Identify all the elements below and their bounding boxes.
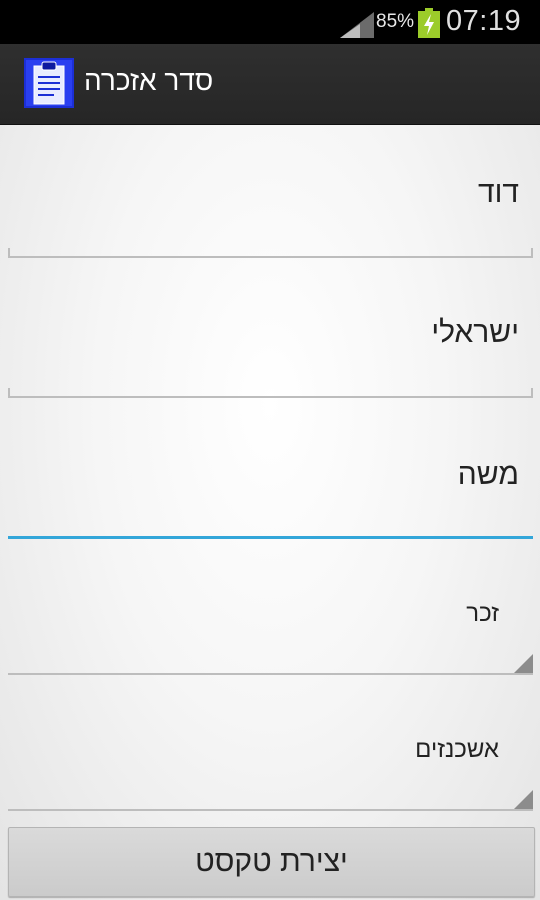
- clipboard-icon[interactable]: [24, 58, 74, 108]
- app-title: סדר אזכרה: [84, 65, 214, 96]
- battery-charging-icon: [418, 8, 440, 38]
- first-name-field[interactable]: דוד: [8, 160, 533, 260]
- field-underline: [8, 256, 533, 258]
- spinner-underline: [8, 673, 533, 675]
- action-bar: סדר אזכרה: [0, 44, 540, 125]
- spinner-underline: [8, 809, 533, 811]
- father-name-value: משה: [457, 458, 519, 491]
- dropdown-arrow-icon: [514, 654, 533, 673]
- status-bar: 85% 07:19: [0, 0, 540, 44]
- last-name-field[interactable]: ישראלי: [8, 300, 533, 400]
- signal-icon: [340, 12, 374, 38]
- field-underline-focused: [8, 536, 533, 539]
- community-spinner[interactable]: אשכנזים: [8, 716, 533, 812]
- father-name-field[interactable]: משה: [8, 440, 533, 542]
- field-underline: [8, 396, 533, 398]
- create-text-button[interactable]: יצירת טקסט: [8, 827, 535, 897]
- gender-spinner[interactable]: זכר: [8, 580, 533, 676]
- gender-value: זכר: [466, 600, 499, 627]
- community-value: אשכנזים: [415, 736, 499, 763]
- first-name-value: דוד: [477, 176, 519, 209]
- battery-percent: 85%: [376, 11, 415, 32]
- clock: 07:19: [446, 5, 522, 37]
- last-name-value: ישראלי: [431, 316, 519, 349]
- dropdown-arrow-icon: [514, 790, 533, 809]
